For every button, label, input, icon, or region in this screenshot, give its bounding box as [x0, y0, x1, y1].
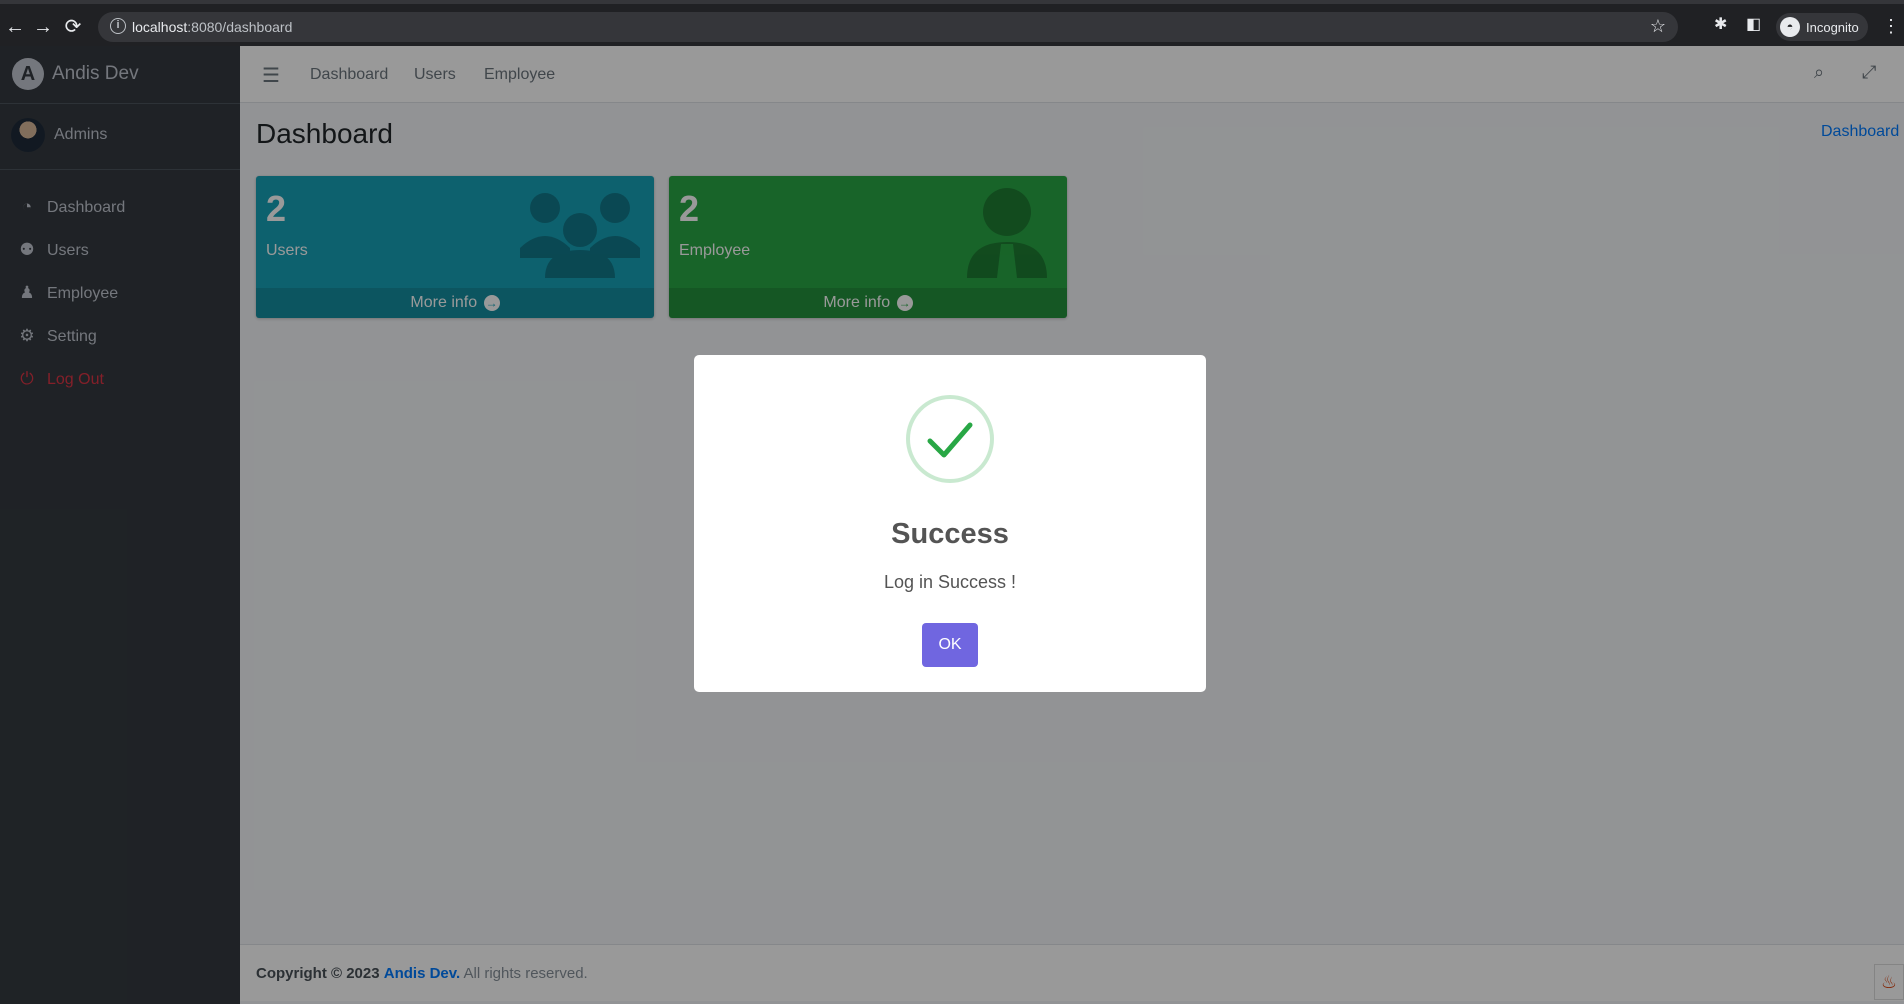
- side-panel-icon[interactable]: ◧: [1746, 14, 1761, 34]
- site-info-icon[interactable]: i: [110, 18, 126, 34]
- incognito-badge[interactable]: ◓ Incognito: [1776, 13, 1868, 41]
- forward-icon[interactable]: →: [32, 16, 54, 38]
- browser-toolbar: ← → ⟳ i localhost:8080/dashboard ☆ ✱ ◧ ◓…: [0, 0, 1904, 46]
- url-text: localhost:8080/dashboard: [132, 19, 293, 35]
- browser-menu-icon[interactable]: ⋮: [1882, 16, 1900, 37]
- back-icon[interactable]: ←: [4, 16, 26, 38]
- dialog-title: Success: [891, 518, 1009, 550]
- success-dialog: Success Log in Success ! OK: [694, 355, 1206, 692]
- bookmark-star-icon[interactable]: ☆: [1650, 16, 1666, 37]
- reload-icon[interactable]: ⟳: [62, 16, 84, 38]
- dialog-message: Log in Success !: [883, 572, 1017, 592]
- address-bar[interactable]: i localhost:8080/dashboard ☆: [98, 12, 1678, 42]
- success-check-icon: [906, 395, 994, 483]
- incognito-icon: ◓: [1780, 17, 1800, 37]
- extensions-icon[interactable]: ✱: [1714, 14, 1727, 34]
- ok-button[interactable]: OK: [922, 623, 978, 667]
- incognito-label: Incognito: [1806, 20, 1859, 35]
